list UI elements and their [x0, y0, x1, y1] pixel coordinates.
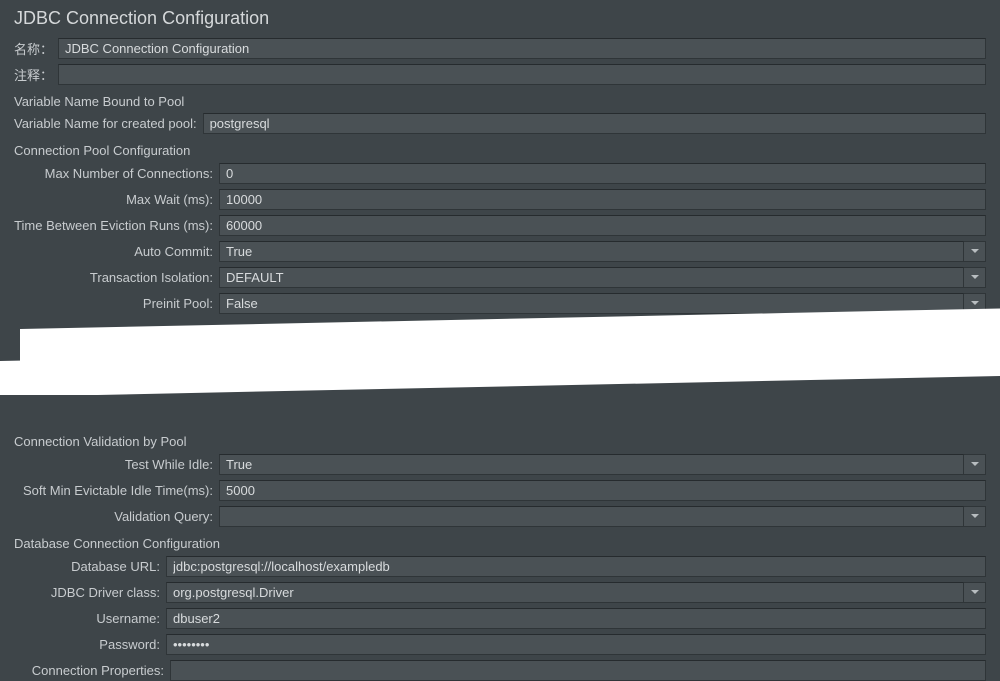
test-idle-select[interactable] — [219, 454, 964, 475]
pool-section-label: Connection Pool Configuration — [14, 138, 986, 162]
chevron-down-icon — [970, 298, 980, 308]
vquery-input[interactable] — [219, 506, 964, 527]
txiso-select[interactable] — [219, 267, 964, 288]
chevron-down-icon — [970, 511, 980, 521]
test-idle-dropdown-button[interactable] — [964, 454, 986, 475]
soft-min-label: Soft Min Evictable Idle Time(ms): — [14, 483, 219, 498]
test-idle-label: Test While Idle: — [14, 457, 219, 472]
password-label: Password: — [14, 637, 166, 652]
varpool-name-label: Variable Name for created pool: — [14, 116, 203, 131]
max-conn-input[interactable] — [219, 163, 986, 184]
driver-label: JDBC Driver class: — [14, 585, 166, 600]
comment-label: 注释： — [14, 65, 58, 84]
max-wait-label: Max Wait (ms): — [14, 192, 219, 207]
varpool-section-label: Variable Name Bound to Pool — [14, 89, 986, 113]
driver-dropdown-button[interactable] — [964, 582, 986, 603]
txiso-dropdown-button[interactable] — [964, 267, 986, 288]
max-conn-label: Max Number of Connections: — [14, 166, 219, 181]
page-title: JDBC Connection Configuration — [14, 8, 986, 29]
password-input[interactable] — [166, 634, 986, 655]
soft-min-input[interactable] — [219, 480, 986, 501]
preinit-select[interactable] — [219, 293, 964, 314]
conn-props-input[interactable] — [170, 660, 986, 681]
eviction-input[interactable] — [219, 215, 986, 236]
vquery-label: Validation Query: — [14, 509, 219, 524]
vquery-dropdown-button[interactable] — [964, 506, 986, 527]
varpool-name-input[interactable] — [203, 113, 986, 134]
chevron-down-icon — [970, 459, 980, 469]
url-label: Database URL: — [14, 559, 166, 574]
driver-select[interactable] — [166, 582, 964, 603]
db-section-label: Database Connection Configuration — [14, 531, 986, 555]
url-input[interactable] — [166, 556, 986, 577]
autocommit-dropdown-button[interactable] — [964, 241, 986, 262]
eviction-label: Time Between Eviction Runs (ms): — [14, 218, 219, 233]
txiso-label: Transaction Isolation: — [14, 270, 219, 285]
username-input[interactable] — [166, 608, 986, 629]
autocommit-select[interactable] — [219, 241, 964, 262]
autocommit-label: Auto Commit: — [14, 244, 219, 259]
cut-band — [0, 351, 1000, 395]
conn-props-label: Connection Properties: — [14, 663, 170, 678]
chevron-down-icon — [970, 272, 980, 282]
max-wait-input[interactable] — [219, 189, 986, 210]
validation-section-label: Connection Validation by Pool — [14, 429, 986, 453]
chevron-down-icon — [970, 587, 980, 597]
chevron-down-icon — [970, 246, 980, 256]
name-input[interactable] — [58, 38, 986, 59]
preinit-label: Preinit Pool: — [14, 296, 219, 311]
comment-input[interactable] — [58, 64, 986, 85]
username-label: Username: — [14, 611, 166, 626]
name-label: 名称： — [14, 39, 58, 58]
